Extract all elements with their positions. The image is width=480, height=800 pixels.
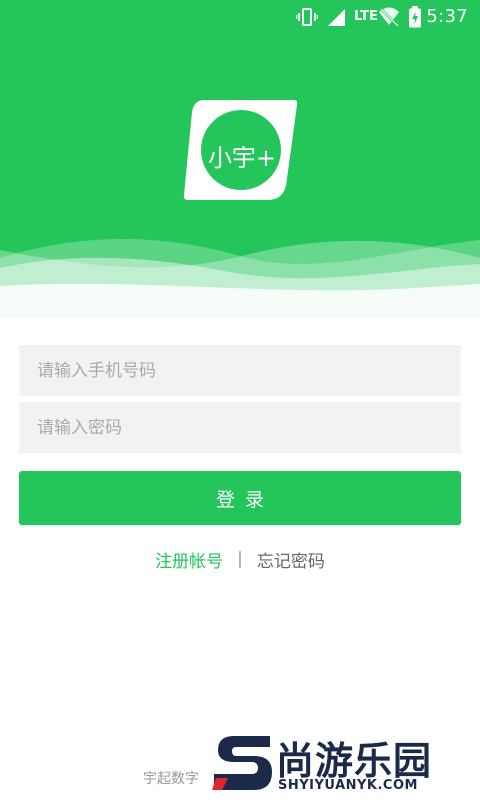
account-links: 注册帐号 | 忘记密码: [0, 547, 480, 572]
logo-text: 小宇+: [207, 144, 277, 172]
password-field[interactable]: [19, 402, 461, 453]
network-type: LTE: [354, 9, 378, 24]
watermark-cn-text: 尚游乐园: [276, 739, 433, 783]
watermark-s-icon: [212, 736, 272, 790]
watermark-logo: 尚游乐园 SHYIYUANYK.COM: [212, 728, 474, 796]
signal-icon: [326, 7, 346, 27]
status-bar: LTE 5:37: [0, 0, 480, 34]
register-link[interactable]: 注册帐号: [155, 547, 223, 572]
login-button[interactable]: 登录: [19, 471, 461, 525]
phone-field[interactable]: [19, 345, 461, 396]
wave-decoration: [0, 238, 480, 318]
battery-charging-icon: [408, 6, 422, 28]
wifi-off-icon: [378, 7, 400, 27]
clock: 5:37: [426, 6, 468, 27]
footer-company: 宇起数字: [143, 771, 199, 787]
phone-input[interactable]: [37, 345, 443, 396]
watermark-en-text: SHYIYUANYK.COM: [278, 778, 418, 793]
forgot-password-link[interactable]: 忘记密码: [257, 547, 325, 572]
password-input[interactable]: [37, 402, 443, 453]
vibrate-icon: [296, 7, 318, 27]
link-separator: |: [237, 549, 243, 569]
